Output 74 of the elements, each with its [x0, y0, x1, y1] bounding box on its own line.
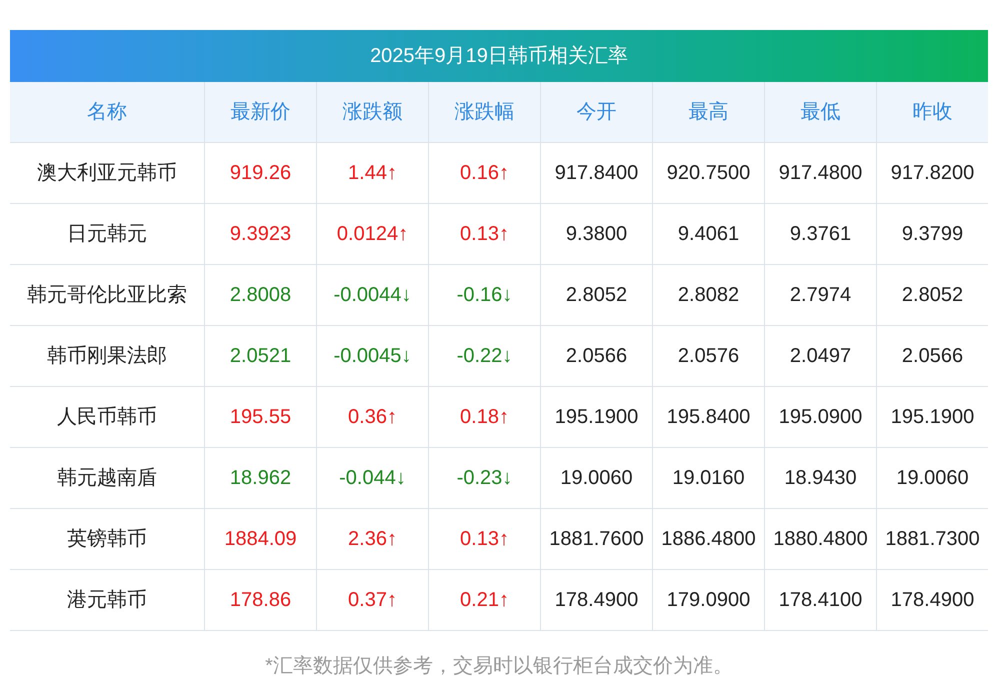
table-cell: 2.0566 [541, 326, 653, 386]
table-cell-text: 2.0566 [900, 344, 964, 369]
column-header: 涨跌额 [317, 82, 429, 142]
table-cell-text: 195.1900 [890, 405, 976, 430]
table-cell-text: 2.8052 [900, 283, 964, 308]
table-cell-text: 19.0060 [895, 466, 970, 491]
table-cell: -0.23↓ [429, 448, 541, 508]
column-header: 涨跌幅 [429, 82, 541, 142]
table-cell: 1.44↑ [317, 143, 429, 203]
table-cell: 人民币韩币 [10, 387, 205, 447]
table-cell: -0.0045↓ [317, 326, 429, 386]
table-cell: 195.8400 [653, 387, 765, 447]
table-cell-text: 9.3799 [900, 222, 964, 247]
table-cell: 19.0160 [653, 448, 765, 508]
table-cell: 2.8008 [205, 265, 317, 325]
table-cell: 1886.4800 [653, 509, 765, 569]
column-header: 最低 [765, 82, 877, 142]
table-cell: 2.36↑ [317, 509, 429, 569]
table-cell: 195.1900 [541, 387, 653, 447]
table-cell: 9.3800 [541, 204, 653, 264]
column-header: 名称 [10, 82, 205, 142]
table-cell-text: 1881.7300 [884, 527, 981, 552]
table-cell: 2.7974 [765, 265, 877, 325]
table-cell: 9.3923 [205, 204, 317, 264]
table-cell: 18.9430 [765, 448, 877, 508]
table-cell: 2.0521 [205, 326, 317, 386]
table-cell-text: 917.8200 [890, 161, 976, 186]
table-cell: 917.4800 [765, 143, 877, 203]
table-cell: -0.0044↓ [317, 265, 429, 325]
table-cell: 178.86 [205, 570, 317, 630]
table-cell: 0.13↑ [429, 204, 541, 264]
footnote: *汇率数据仅供参考，交易时以银行柜台成交价为准。 [265, 654, 733, 679]
column-header: 最新价 [205, 82, 317, 142]
table-title-bar: 2025年9月19日韩币相关汇率 [10, 30, 988, 82]
table-cell: 韩元哥伦比亚比索 [10, 265, 205, 325]
table-cell: -0.16↓ [429, 265, 541, 325]
table-cell: 0.21↑ [429, 570, 541, 630]
table-cell: 0.13↑ [429, 509, 541, 569]
table-cell: 9.4061 [653, 204, 765, 264]
table-cell: 2.0497 [765, 326, 877, 386]
table-cell: 2.8052 [541, 265, 653, 325]
table-cell: 195.0900 [765, 387, 877, 447]
table-cell: -0.22↓ [429, 326, 541, 386]
table-cell: 1880.4800 [765, 509, 877, 569]
table-cell: 0.0124↑ [317, 204, 429, 264]
table-cell: 英镑韩币 [10, 509, 205, 569]
table-cell-text: 178.4900 [890, 588, 976, 613]
table-cell: 韩币刚果法郎 [10, 326, 205, 386]
table-cell: 2.0576 [653, 326, 765, 386]
column-header: 今开 [541, 82, 653, 142]
table-cell: 港元韩币 [10, 570, 205, 630]
table-cell: 日元韩元 [10, 204, 205, 264]
table-cell: 0.18↑ [429, 387, 541, 447]
table-cell: 0.16↑ [429, 143, 541, 203]
table-cell: 2.8082 [653, 265, 765, 325]
table-cell: 韩元越南盾 [10, 448, 205, 508]
table-cell: 澳大利亚元韩币 [10, 143, 205, 203]
table-cell: 919.26 [205, 143, 317, 203]
column-header: 最高 [653, 82, 765, 142]
table-cell: 195.55 [205, 387, 317, 447]
table-cell: 179.0900 [653, 570, 765, 630]
table-cell: 178.4100 [765, 570, 877, 630]
table-cell: 18.962 [205, 448, 317, 508]
table-cell: 19.0060 [541, 448, 653, 508]
table-cell: -0.044↓ [317, 448, 429, 508]
table-cell: 1884.09 [205, 509, 317, 569]
table-cell: 1881.7600 [541, 509, 653, 569]
table-cell: 0.37↑ [317, 570, 429, 630]
table-cell: 920.7500 [653, 143, 765, 203]
table-cell: 9.3761 [765, 204, 877, 264]
table-cell: 178.4900 [541, 570, 653, 630]
table-cell: 917.8400 [541, 143, 653, 203]
table-cell: 0.36↑ [317, 387, 429, 447]
column-header: 昨收 [912, 100, 954, 125]
